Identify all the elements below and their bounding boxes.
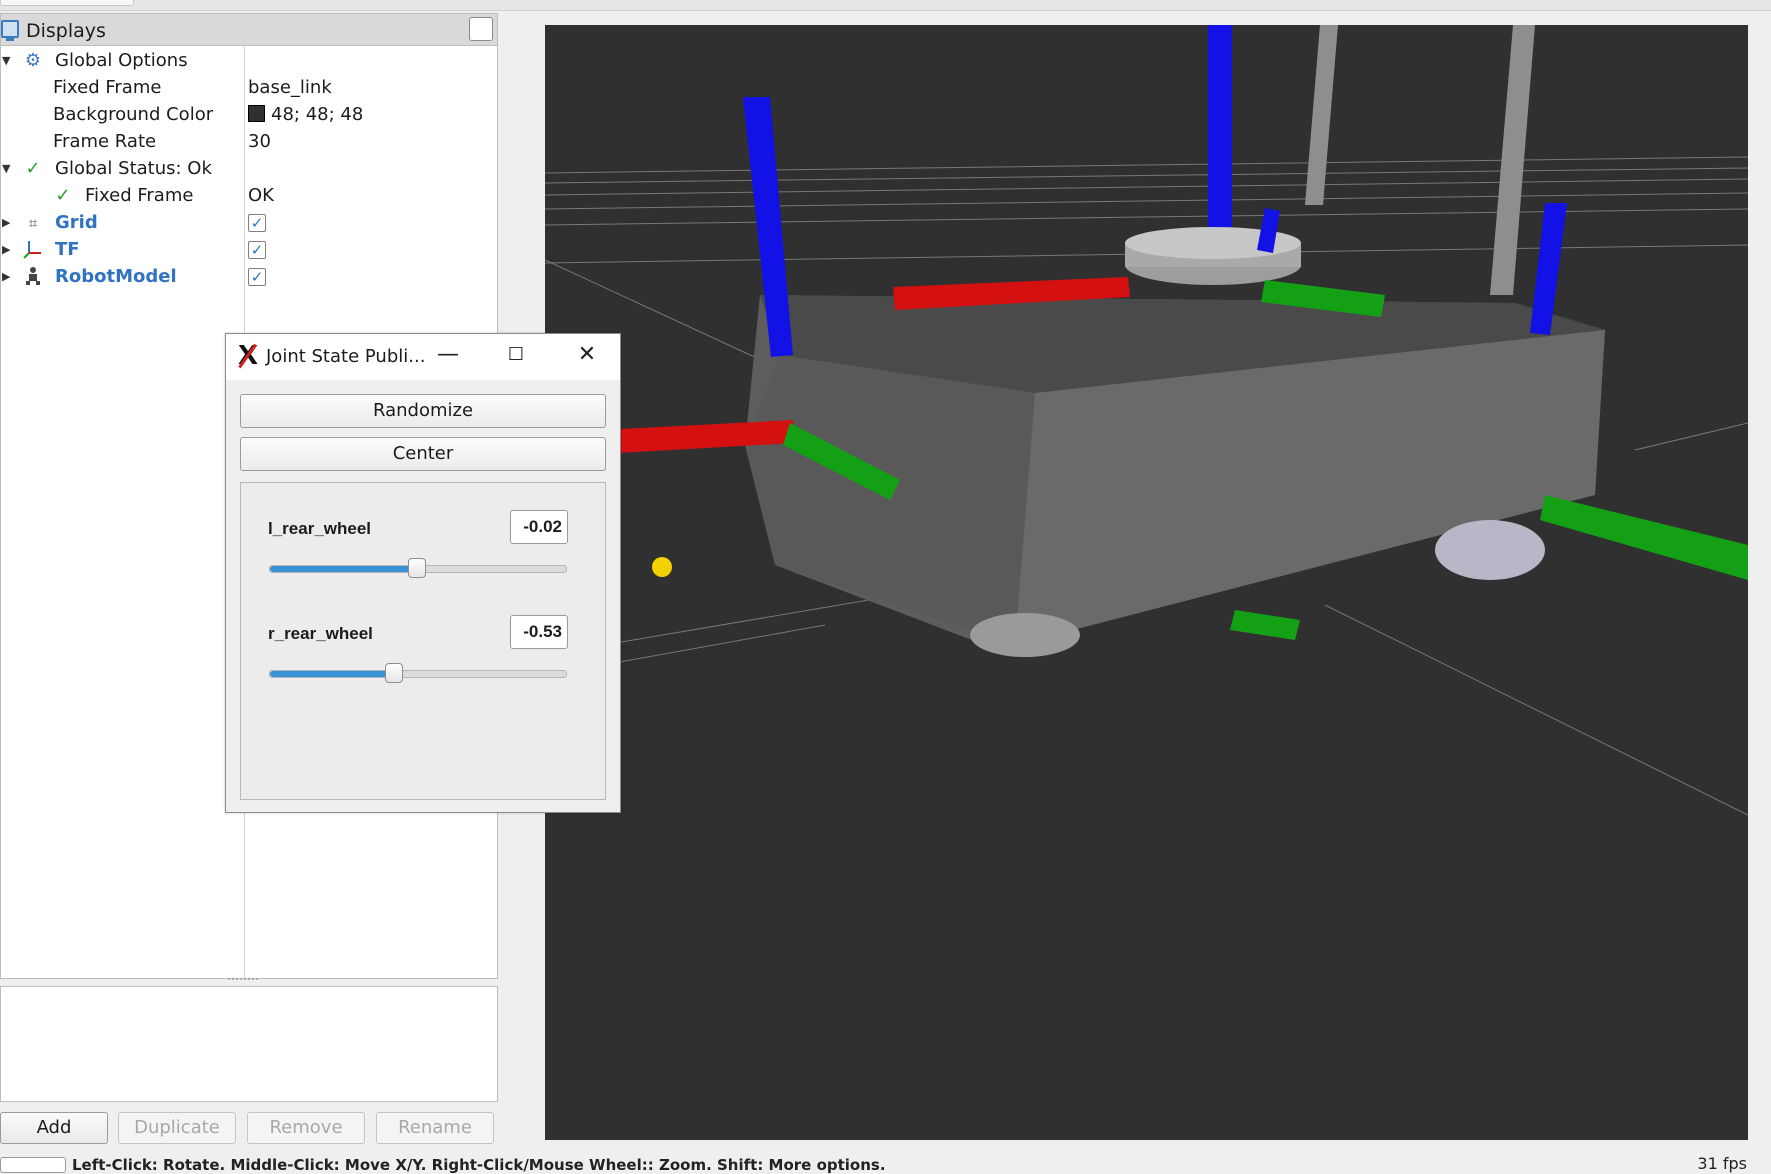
- duplicate-button[interactable]: Duplicate: [118, 1112, 236, 1144]
- window-title: Joint State Publi...: [266, 346, 426, 367]
- joint-value-field[interactable]: -0.53: [510, 615, 568, 649]
- tree-item-label: RobotModel: [55, 266, 177, 287]
- tree-item-label: TF: [55, 239, 80, 260]
- tree-item-tf[interactable]: ▶ TF ✓: [1, 237, 497, 263]
- robot-scene: [545, 25, 1748, 1140]
- status-label: Fixed Frame: [85, 185, 194, 206]
- window-titlebar[interactable]: X Joint State Publi... — ☐ ✕: [226, 334, 620, 380]
- slider-fill: [270, 566, 417, 572]
- joint-slider[interactable]: [269, 663, 567, 683]
- expand-down-icon[interactable]: ▼: [2, 156, 14, 182]
- tree-item-label: Grid: [55, 212, 98, 233]
- description-box: [0, 986, 498, 1102]
- slider-handle[interactable]: [407, 558, 426, 578]
- tree-item-global-options[interactable]: ▼ ⚙ Global Options: [1, 48, 497, 74]
- property-label: Frame Rate: [53, 131, 157, 152]
- joint-state-publisher-window[interactable]: X Joint State Publi... — ☐ ✕ Randomize C…: [225, 333, 621, 813]
- reset-view-button[interactable]: [0, 1157, 66, 1173]
- joint-sliders-panel: l_rear_wheel -0.02 r_rear_wheel -0.53: [240, 482, 606, 800]
- joint-name-label: r_rear_wheel: [268, 624, 373, 643]
- top-strip: [0, 0, 1771, 11]
- expand-right-icon[interactable]: ▶: [2, 237, 14, 263]
- x-logo-icon: X: [238, 341, 259, 371]
- color-swatch[interactable]: [248, 105, 265, 122]
- tree-item-robotmodel[interactable]: ▶ RobotModel ✓: [1, 264, 497, 290]
- add-button[interactable]: Add: [0, 1112, 108, 1144]
- monitor-icon: [1, 20, 19, 41]
- grid-icon: ⌗: [28, 214, 38, 232]
- remove-button[interactable]: Remove: [247, 1112, 365, 1144]
- property-frame-rate[interactable]: Frame Rate 30: [1, 129, 497, 155]
- undock-button[interactable]: [469, 17, 493, 41]
- property-value[interactable]: 30: [248, 129, 271, 155]
- slider-fill: [270, 671, 394, 677]
- rename-button[interactable]: Rename: [376, 1112, 494, 1144]
- gear-icon: ⚙: [24, 50, 42, 71]
- robot-model-icon: [22, 264, 44, 290]
- property-label: Background Color: [53, 104, 214, 125]
- maximize-icon[interactable]: ☐: [499, 340, 533, 370]
- tree-item-label: Global Status: Ok: [55, 158, 212, 179]
- joint-name-label: l_rear_wheel: [268, 519, 372, 538]
- status-fixed-frame[interactable]: ✓ Fixed Frame OK: [1, 183, 497, 209]
- 3d-viewport[interactable]: [545, 25, 1748, 1140]
- checkmark-icon: ✓: [55, 185, 71, 206]
- grid-enabled-checkbox[interactable]: ✓: [248, 214, 266, 232]
- property-background-color[interactable]: Background Color 48; 48; 48: [1, 102, 497, 128]
- displays-header: Displays: [1, 14, 497, 46]
- color-value-text: 48; 48; 48: [271, 104, 364, 125]
- property-value[interactable]: base_link: [248, 75, 332, 101]
- expand-right-icon[interactable]: ▶: [2, 210, 14, 236]
- joint-slider[interactable]: [269, 558, 567, 578]
- property-value[interactable]: 48; 48; 48: [248, 102, 363, 128]
- tree-item-grid[interactable]: ▶ ⌗ Grid ✓: [1, 210, 497, 236]
- checkmark-icon: ✓: [25, 158, 41, 179]
- tf-enabled-checkbox[interactable]: ✓: [248, 241, 266, 259]
- status-bar: Left-Click: Rotate. Middle-Click: Move X…: [0, 1151, 1771, 1174]
- center-button[interactable]: Center: [240, 437, 606, 471]
- displays-title: Displays: [26, 20, 106, 42]
- menu-tab-stub[interactable]: [0, 0, 134, 6]
- fps-readout: 31 fps: [1697, 1154, 1747, 1173]
- close-icon[interactable]: ✕: [570, 340, 604, 370]
- robotmodel-enabled-checkbox[interactable]: ✓: [248, 268, 266, 286]
- expand-down-icon[interactable]: ▼: [2, 48, 14, 74]
- property-label: Fixed Frame: [53, 77, 162, 98]
- joint-value-field[interactable]: -0.02: [510, 510, 568, 544]
- panel-splitter-handle[interactable]: [228, 978, 258, 983]
- minimize-icon[interactable]: —: [431, 340, 465, 370]
- tf-axes-icon: [22, 237, 44, 263]
- property-fixed-frame[interactable]: Fixed Frame base_link: [1, 75, 497, 101]
- randomize-button[interactable]: Randomize: [240, 394, 606, 428]
- slider-handle[interactable]: [384, 663, 403, 683]
- expand-right-icon[interactable]: ▶: [2, 264, 14, 290]
- tree-item-label: Global Options: [55, 50, 188, 71]
- status-value: OK: [248, 185, 274, 206]
- tree-item-global-status[interactable]: ▼ ✓ Global Status: Ok: [1, 156, 497, 182]
- status-hint: Left-Click: Rotate. Middle-Click: Move X…: [72, 1156, 886, 1174]
